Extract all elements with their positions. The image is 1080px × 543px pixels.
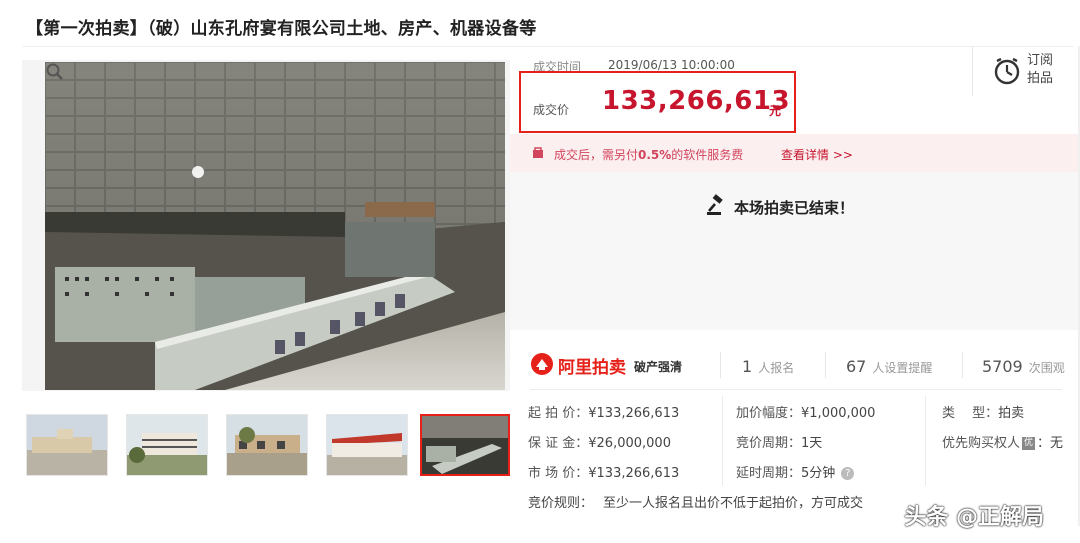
stat-views: 5709 次围观 [982,357,1065,376]
deal-time-value: 2019/06/13 10:00:00 [608,58,735,72]
divider [962,352,963,378]
type-row: 类 型：拍卖 [942,406,1025,421]
priority-buyer-row: 优先购买权人优：无 [942,436,1064,451]
thumbnail-2[interactable] [126,414,208,476]
increment-row: 加价幅度：¥1,000,000 [736,406,876,421]
page-title: 【第一次拍卖】（破）山东孔府宴有限公司土地、房产、机器设备等 [26,19,537,39]
subscribe-label: 订阅拍品 [1027,53,1054,86]
main-photo[interactable] [22,60,510,391]
market-price-row: 市 场 价：¥133,266,613 [528,466,680,481]
control-room-image [45,62,505,390]
deal-price-unit: 元 [769,104,782,118]
bid-cycle-row: 竞价周期：1天 [736,436,823,451]
divider [530,389,1062,390]
watermark: 头条 @正解局 [904,505,1044,530]
thumbnail-5-active[interactable] [420,414,510,476]
fee-details-link[interactable]: 查看详情 >> [781,146,853,163]
fee-text: 成交后，需另付0.5%的软件服务费 [554,148,744,162]
deal-summary: 成交时间 2019/06/13 10:00:00 成交价 133,266,613… [510,46,972,134]
stat-registrants: 1 人报名 [742,357,795,376]
service-fee-notice: 成交后，需另付0.5%的软件服务费 查看详情 >> [510,134,1078,172]
ali-auction-logo-icon [531,353,553,375]
divider [925,396,926,486]
subscribe-button[interactable]: 订阅拍品 [972,46,1080,96]
deal-price-label: 成交价 [533,103,570,117]
priority-info-icon[interactable]: 优 [1022,437,1036,450]
thumbnail-4[interactable] [326,414,408,476]
divider [722,396,723,486]
auction-status-area: 本场拍卖已结束！ [510,172,1078,330]
brand-tag: 破产强清 [634,360,683,374]
zoom-icon[interactable] [45,62,65,82]
thumbnail-1[interactable] [26,414,108,476]
bidding-rules: 竞价规则： 至少一人报名且出价不低于起拍价，方可成交 [528,496,864,511]
deal-price-value: 133,266,613 [602,86,791,116]
thumbnail-strip [22,414,512,476]
delay-cycle-row: 延时周期：5分钟? [736,462,855,481]
gavel-icon [707,194,723,215]
brand-name: 阿里拍卖 [558,358,626,378]
stat-reminders: 67 人设置提醒 [846,357,933,376]
start-price-row: 起 拍 价：¥133,266,613 [528,406,680,421]
clock-icon [994,57,1020,85]
divider [720,352,721,378]
fee-bag-icon [533,147,543,158]
fee-rate: 0.5% [638,148,672,162]
deposit-row: 保 证 金：¥26,000,000 [528,436,671,451]
divider [825,352,826,378]
auction-ended-text: 本场拍卖已结束！ [734,199,855,217]
help-icon[interactable]: ? [841,467,855,480]
thumbnail-3[interactable] [226,414,308,476]
